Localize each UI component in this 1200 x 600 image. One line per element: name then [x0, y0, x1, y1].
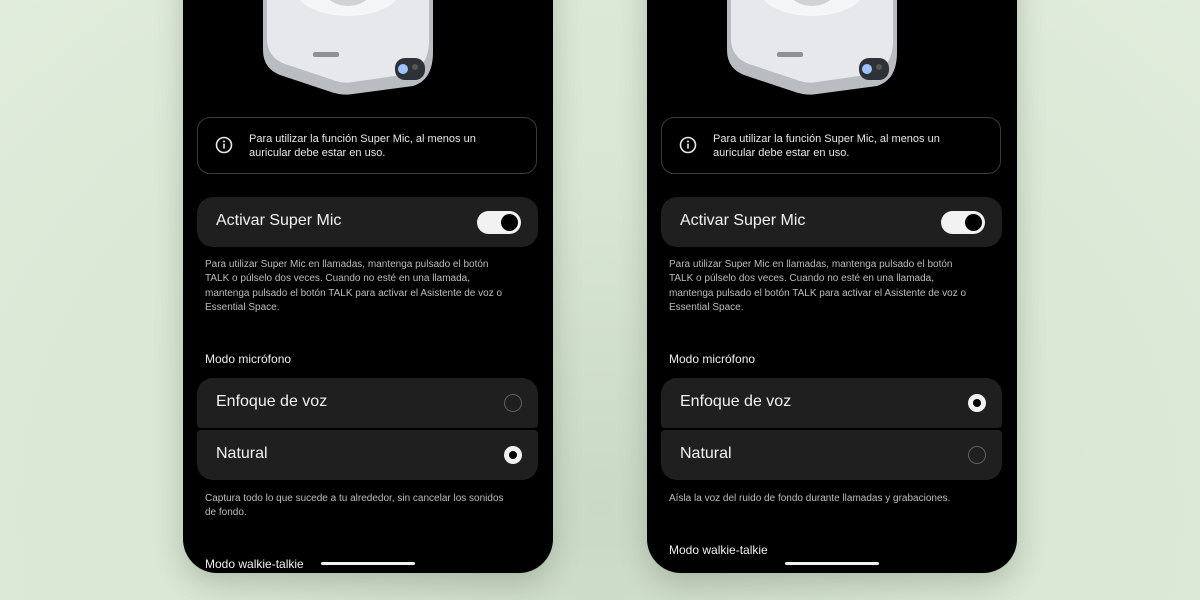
- toggle-label: Activar Super Mic: [216, 212, 342, 229]
- super-mic-toggle-row[interactable]: Activar Super Mic: [661, 197, 1002, 247]
- mic-mode-title: Modo micrófono: [205, 352, 292, 366]
- home-indicator[interactable]: [321, 562, 415, 565]
- super-mic-switch[interactable]: [477, 211, 521, 234]
- super-mic-notice: Para utilizar la función Super Mic, al m…: [197, 117, 537, 174]
- super-mic-description: Para utilizar Super Mic en llamadas, man…: [205, 259, 503, 313]
- walkie-talkie-title: Modo walkie-talkie: [669, 543, 768, 557]
- toggle-label: Activar Super Mic: [680, 212, 806, 229]
- option-voice-focus[interactable]: Enfoque de voz: [197, 378, 538, 428]
- radio-button-selected[interactable]: [968, 394, 986, 412]
- info-icon: [679, 136, 697, 154]
- home-indicator[interactable]: [785, 562, 879, 565]
- option-label: Natural: [680, 445, 732, 462]
- info-icon: [215, 136, 233, 154]
- mode-description: Captura todo lo que sucede a tu alrededo…: [205, 493, 504, 519]
- radio-button[interactable]: [504, 394, 522, 412]
- option-label: Enfoque de voz: [680, 393, 792, 410]
- option-voice-focus[interactable]: Enfoque de voz: [661, 378, 1002, 428]
- option-natural[interactable]: Natural: [197, 430, 538, 480]
- option-natural[interactable]: Natural: [661, 430, 1002, 480]
- radio-button-selected[interactable]: [504, 446, 522, 464]
- super-mic-switch[interactable]: [941, 211, 985, 234]
- radio-dot: [973, 399, 981, 407]
- switch-knob: [501, 214, 518, 231]
- super-mic-description: Para utilizar Super Mic en llamadas, man…: [669, 259, 967, 313]
- phone-screen-right: Para utilizar la función Super Mic, al m…: [647, 0, 1017, 573]
- super-mic-toggle-row[interactable]: Activar Super Mic: [197, 197, 538, 247]
- option-label: Natural: [216, 445, 268, 462]
- earbuds-case-image: [727, 0, 897, 95]
- earbuds-case-image: [263, 0, 433, 95]
- radio-dot: [509, 451, 517, 459]
- phone-screen-left: Para utilizar la función Super Mic, al m…: [183, 0, 553, 573]
- mic-mode-title: Modo micrófono: [669, 352, 756, 366]
- notice-text: Para utilizar la función Super Mic, al m…: [249, 133, 476, 159]
- mode-description: Aísla la voz del ruido de fondo durante …: [669, 493, 951, 504]
- radio-button[interactable]: [968, 446, 986, 464]
- walkie-talkie-title: Modo walkie-talkie: [205, 557, 304, 571]
- notice-text: Para utilizar la función Super Mic, al m…: [713, 133, 940, 159]
- option-label: Enfoque de voz: [216, 393, 328, 410]
- super-mic-notice: Para utilizar la función Super Mic, al m…: [661, 117, 1001, 174]
- switch-knob: [965, 214, 982, 231]
